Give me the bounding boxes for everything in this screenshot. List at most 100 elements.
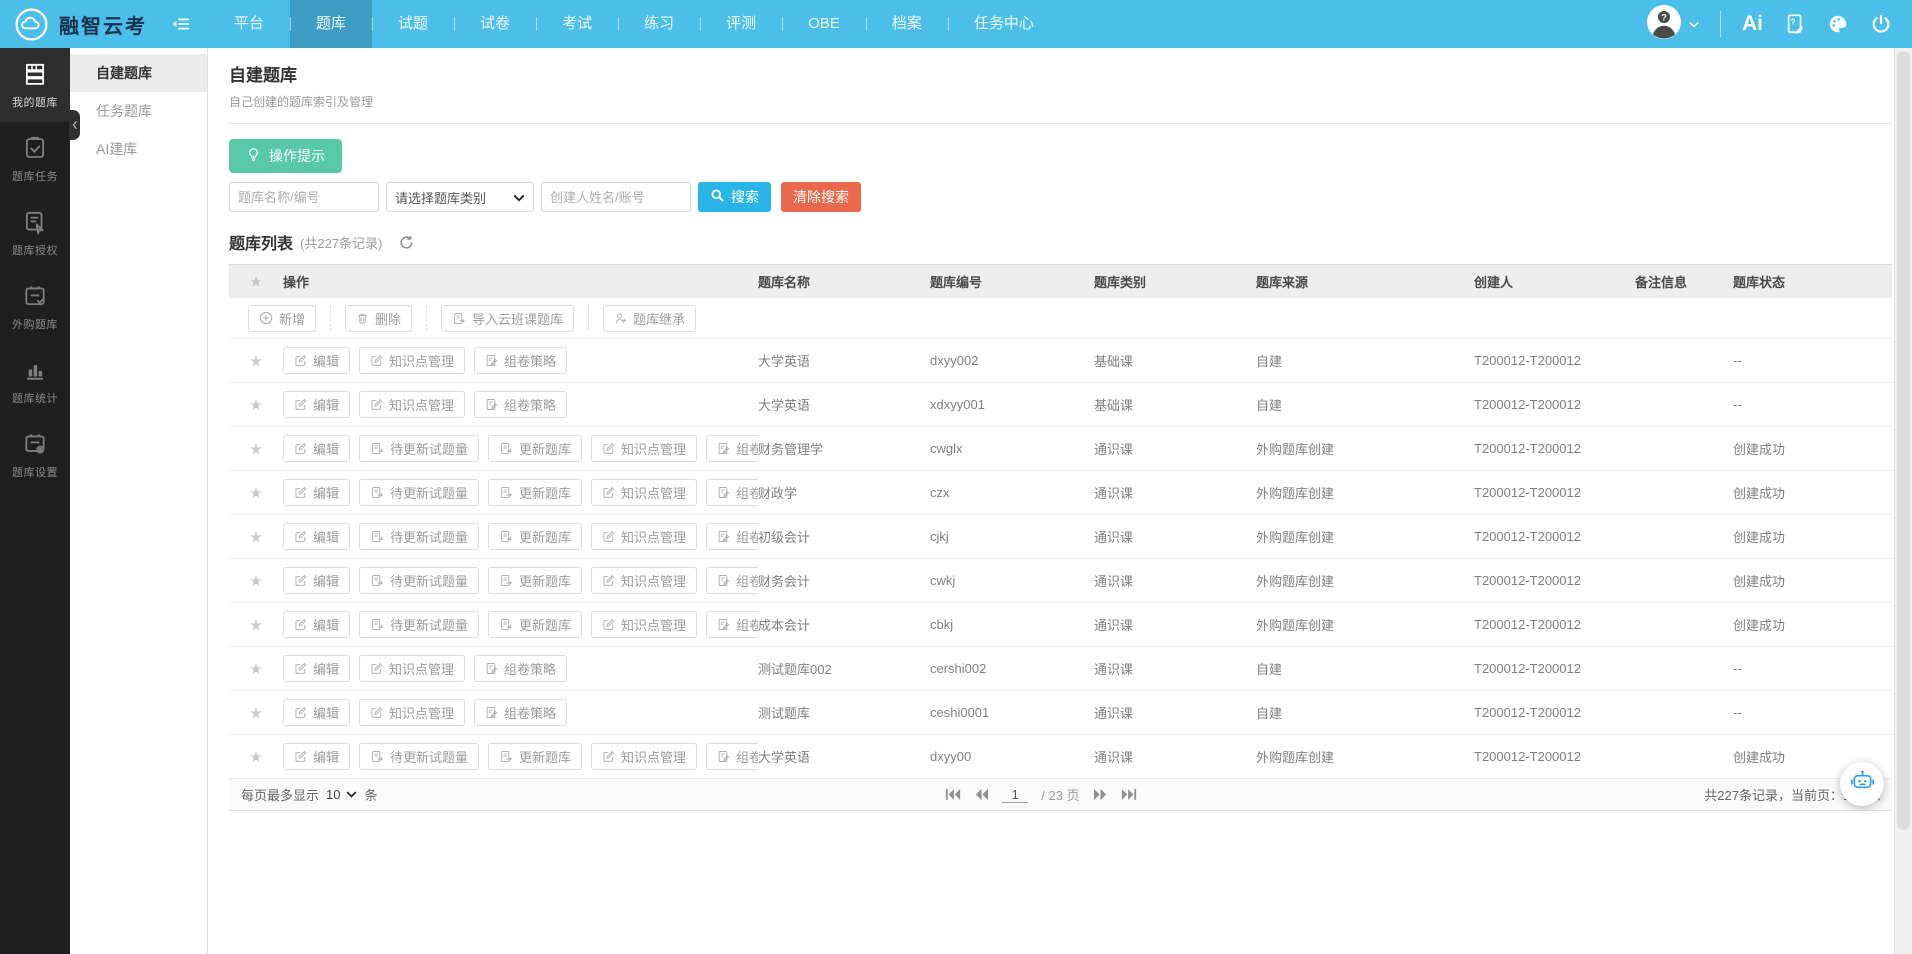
row-action-button[interactable]: 更新题库 bbox=[488, 523, 582, 550]
row-action-button[interactable]: 更新题库 bbox=[488, 479, 582, 506]
exam-paper-icon[interactable]: ? bbox=[1784, 13, 1806, 35]
user-menu[interactable]: ? bbox=[1646, 4, 1699, 45]
row-star-icon[interactable]: ★ bbox=[229, 440, 283, 458]
category-select[interactable]: 请选择题库类别 bbox=[386, 182, 534, 212]
nav-item-4[interactable]: 考试 bbox=[536, 0, 618, 48]
row-action-button[interactable]: 组卷策略 bbox=[706, 611, 758, 638]
brand[interactable]: 融智云考 bbox=[0, 7, 147, 42]
operation-tip-button[interactable]: 操作提示 bbox=[229, 139, 342, 173]
page-number-input[interactable]: 1 bbox=[1002, 787, 1028, 803]
row-action-button[interactable]: 组卷策略 bbox=[474, 347, 567, 374]
row-star-icon[interactable]: ★ bbox=[229, 704, 283, 722]
bank-name-input[interactable] bbox=[229, 182, 379, 212]
theme-palette-icon[interactable] bbox=[1827, 13, 1849, 35]
row-action-button[interactable]: 编辑 bbox=[283, 479, 350, 506]
creator-input[interactable] bbox=[541, 182, 691, 212]
row-action-button[interactable]: 编辑 bbox=[283, 567, 350, 594]
toolbar-trash-button[interactable]: 删除 bbox=[345, 305, 412, 332]
sidebar-item-bank-auth[interactable]: 题库授权 bbox=[0, 196, 70, 270]
row-action-button[interactable]: 知识点管理 bbox=[591, 743, 697, 770]
row-action-button[interactable]: 组卷策略 bbox=[706, 523, 758, 550]
row-action-button[interactable]: 编辑 bbox=[283, 699, 350, 726]
nav-item-0[interactable]: 平台 bbox=[208, 0, 290, 48]
row-action-button[interactable]: 知识点管理 bbox=[591, 479, 697, 506]
menu-collapse-icon[interactable] bbox=[173, 17, 190, 31]
row-action-button[interactable]: 更新题库 bbox=[488, 435, 582, 462]
last-page-icon[interactable] bbox=[1121, 788, 1137, 801]
nav-item-5[interactable]: 练习 bbox=[618, 0, 700, 48]
search-button[interactable]: 搜索 bbox=[698, 182, 771, 212]
vertical-scrollbar[interactable] bbox=[1894, 48, 1912, 954]
submenu-item-2[interactable]: AI建库 bbox=[70, 130, 207, 168]
nav-item-3[interactable]: 试卷 bbox=[454, 0, 536, 48]
nav-item-7[interactable]: OBE bbox=[782, 0, 866, 48]
nav-item-8[interactable]: 档案 bbox=[866, 0, 948, 48]
per-page-select[interactable]: 10 bbox=[326, 787, 357, 802]
row-action-button[interactable]: 编辑 bbox=[283, 523, 350, 550]
row-action-button[interactable]: 知识点管理 bbox=[359, 391, 465, 418]
clear-search-button[interactable]: 清除搜索 bbox=[781, 182, 861, 212]
row-action-button[interactable]: 组卷策略 bbox=[706, 435, 758, 462]
sidebar-item-bank-settings[interactable]: 题库设置 bbox=[0, 418, 70, 492]
submenu-item-1[interactable]: 任务题库 bbox=[70, 92, 207, 130]
row-action-button[interactable]: 知识点管理 bbox=[359, 347, 465, 374]
row-action-button[interactable]: 编辑 bbox=[283, 611, 350, 638]
row-star-icon[interactable]: ★ bbox=[229, 748, 283, 766]
nav-item-1[interactable]: 题库 bbox=[290, 0, 372, 48]
nav-item-9[interactable]: 任务中心 bbox=[948, 0, 1060, 48]
row-star-icon[interactable]: ★ bbox=[229, 572, 283, 590]
toolbar-inherit-button[interactable]: 题库继承 bbox=[603, 305, 696, 332]
prev-page-icon[interactable] bbox=[974, 788, 989, 801]
row-star-icon[interactable]: ★ bbox=[229, 660, 283, 678]
logout-power-icon[interactable] bbox=[1870, 13, 1892, 35]
row-action-button[interactable]: 更新题库 bbox=[488, 743, 582, 770]
row-action-button[interactable]: 组卷策略 bbox=[706, 479, 758, 506]
row-action-button[interactable]: 知识点管理 bbox=[591, 567, 697, 594]
row-action-button[interactable]: 知识点管理 bbox=[359, 699, 465, 726]
row-star-icon[interactable]: ★ bbox=[229, 484, 283, 502]
toolbar-import-button[interactable]: 导入云班课题库 bbox=[441, 305, 574, 332]
sidebar-item-bank-stats[interactable]: 题库统计 bbox=[0, 344, 70, 418]
row-star-icon[interactable]: ★ bbox=[229, 528, 283, 546]
sidebar-item-my-bank[interactable]: 我的题库 bbox=[0, 48, 70, 122]
sidebar-item-purchased-bank[interactable]: 外购题库 bbox=[0, 270, 70, 344]
row-action-button[interactable]: 待更新试题量 bbox=[359, 611, 479, 638]
row-action-button[interactable]: 组卷策略 bbox=[474, 391, 567, 418]
row-action-button[interactable]: 待更新试题量 bbox=[359, 743, 479, 770]
row-action-button[interactable]: 组卷策略 bbox=[474, 699, 567, 726]
submenu-item-0[interactable]: 自建题库 bbox=[70, 54, 207, 92]
first-page-icon[interactable] bbox=[945, 788, 961, 801]
row-action-button[interactable]: 编辑 bbox=[283, 347, 350, 374]
row-action-button[interactable]: 组卷策略 bbox=[706, 743, 758, 770]
submenu-collapse-handle[interactable] bbox=[69, 110, 80, 140]
row-action-button[interactable]: 待更新试题量 bbox=[359, 523, 479, 550]
assistant-robot-button[interactable] bbox=[1840, 762, 1884, 806]
sidebar-item-bank-task[interactable]: 题库任务 bbox=[0, 122, 70, 196]
row-action-button[interactable]: 更新题库 bbox=[488, 567, 582, 594]
row-star-icon[interactable]: ★ bbox=[229, 352, 283, 370]
ai-assistant-button[interactable]: Ai bbox=[1742, 12, 1763, 36]
row-action-button[interactable]: 待更新试题量 bbox=[359, 479, 479, 506]
row-action-button[interactable]: 组卷策略 bbox=[706, 567, 758, 594]
row-action-button[interactable]: 编辑 bbox=[283, 743, 350, 770]
row-action-button[interactable]: 待更新试题量 bbox=[359, 567, 479, 594]
row-action-button[interactable]: 编辑 bbox=[283, 435, 350, 462]
row-action-button[interactable]: 待更新试题量 bbox=[359, 435, 479, 462]
row-action-button[interactable]: 知识点管理 bbox=[591, 435, 697, 462]
nav-item-2[interactable]: 试题 bbox=[372, 0, 454, 48]
nav-item-6[interactable]: 评测 bbox=[700, 0, 782, 48]
row-action-button[interactable]: 组卷策略 bbox=[474, 655, 567, 682]
row-action-button[interactable]: 编辑 bbox=[283, 655, 350, 682]
row-action-button[interactable]: 知识点管理 bbox=[359, 655, 465, 682]
scrollbar-thumb[interactable] bbox=[1897, 51, 1910, 830]
row-action-button[interactable]: 知识点管理 bbox=[591, 611, 697, 638]
row-action-button[interactable]: 编辑 bbox=[283, 391, 350, 418]
row-action-button[interactable]: 知识点管理 bbox=[591, 523, 697, 550]
next-page-icon[interactable] bbox=[1093, 788, 1108, 801]
refresh-icon[interactable] bbox=[398, 234, 415, 251]
row-star-icon[interactable]: ★ bbox=[229, 616, 283, 634]
toolbar-plus-button[interactable]: 新增 bbox=[248, 305, 316, 332]
row-action-button[interactable]: 更新题库 bbox=[488, 611, 582, 638]
row-star-icon[interactable]: ★ bbox=[229, 396, 283, 414]
header-star-icon[interactable]: ★ bbox=[229, 273, 283, 291]
